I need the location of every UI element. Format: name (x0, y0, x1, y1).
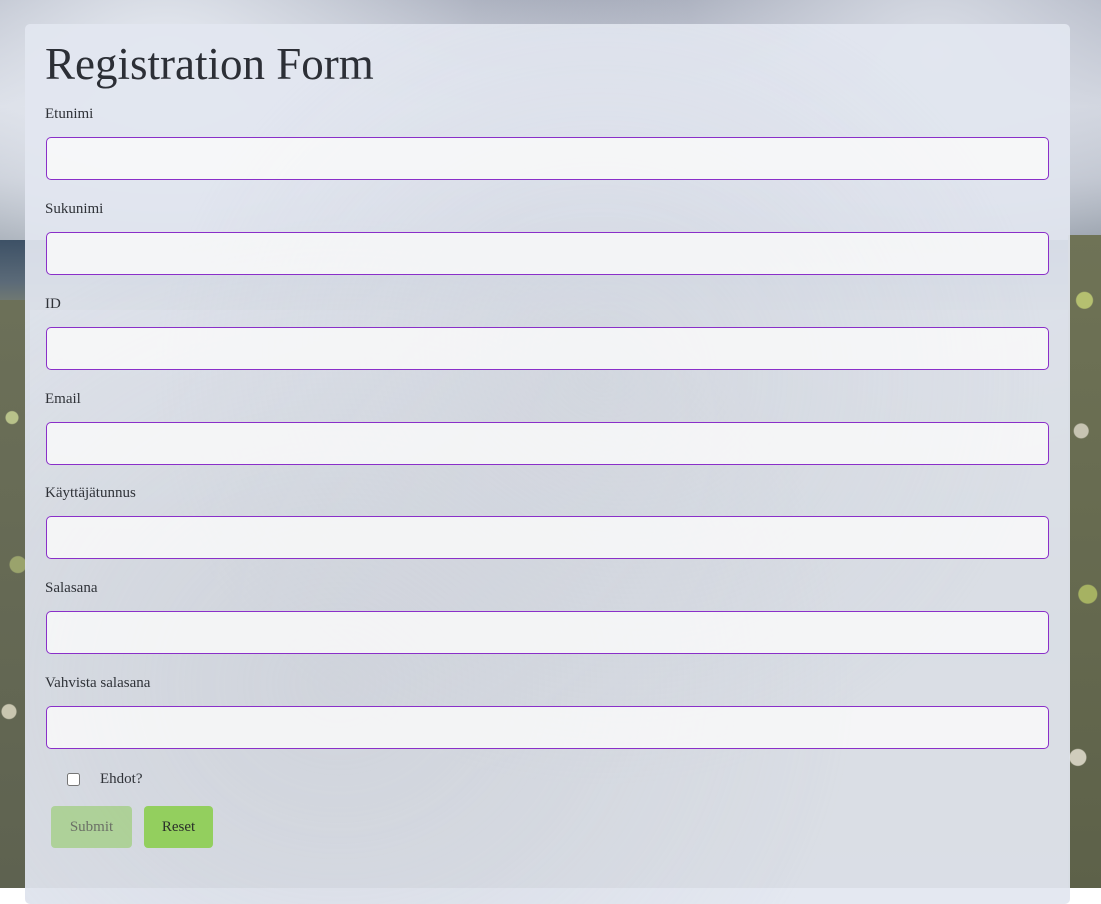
sukunimi-input[interactable] (46, 232, 1049, 275)
background-rocks-right (1068, 235, 1101, 888)
username-label: Käyttäjätunnus (45, 485, 136, 501)
terms-row: Ehdot? (67, 768, 143, 790)
submit-button[interactable]: Submit (51, 806, 132, 848)
password-label: Salasana (45, 580, 98, 596)
terms-checkbox[interactable] (67, 772, 80, 786)
id-label: ID (45, 296, 61, 312)
reset-button[interactable]: Reset (144, 806, 213, 848)
confirm-password-input[interactable] (46, 706, 1049, 749)
etunimi-input[interactable] (46, 137, 1049, 180)
username-input[interactable] (46, 516, 1049, 559)
confirm-password-label: Vahvista salasana (45, 675, 151, 691)
terms-label: Ehdot? (100, 770, 143, 787)
page-title: Registration Form (45, 39, 374, 89)
registration-form-panel: Registration Form Etunimi Sukunimi ID Em… (25, 24, 1070, 904)
id-input[interactable] (46, 327, 1049, 370)
email-input[interactable] (46, 422, 1049, 465)
etunimi-label: Etunimi (45, 106, 94, 122)
email-label: Email (45, 391, 81, 407)
sukunimi-label: Sukunimi (45, 201, 104, 217)
password-input[interactable] (46, 611, 1049, 654)
